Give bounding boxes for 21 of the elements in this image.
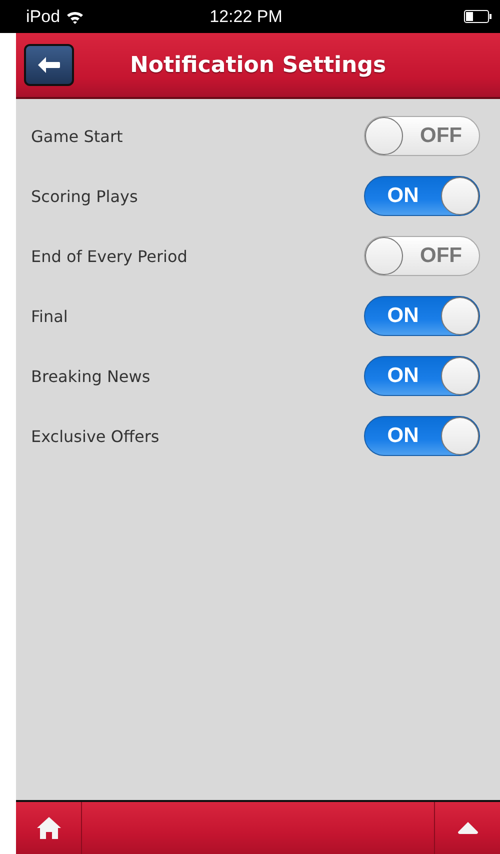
setting-label: Scoring Plays [31,186,138,206]
clock-time: 12:22 PM [208,6,284,26]
back-arrow-icon [38,57,60,73]
battery-icon [464,10,492,23]
setting-label: End of Every Period [31,246,188,266]
toggle-switch[interactable]: OFF [364,116,480,156]
carrier-name: iPod [26,6,60,26]
toggle-switch[interactable]: ON [364,176,480,216]
up-triangle-icon [458,822,478,834]
toggle-switch[interactable]: ON [364,296,480,336]
toggle-switch[interactable]: OFF [364,236,480,276]
home-icon [36,817,60,839]
setting-label: Breaking News [31,366,150,386]
setting-label: Exclusive Offers [31,426,160,446]
toggle-switch[interactable]: ON [364,416,480,456]
setting-label: Final [31,306,68,326]
page-title: Notification Settings [128,52,388,78]
setting-label: Game Start [31,126,123,146]
wifi-icon [66,10,84,24]
back-button[interactable] [24,44,74,86]
toggle-switch[interactable]: ON [364,356,480,396]
